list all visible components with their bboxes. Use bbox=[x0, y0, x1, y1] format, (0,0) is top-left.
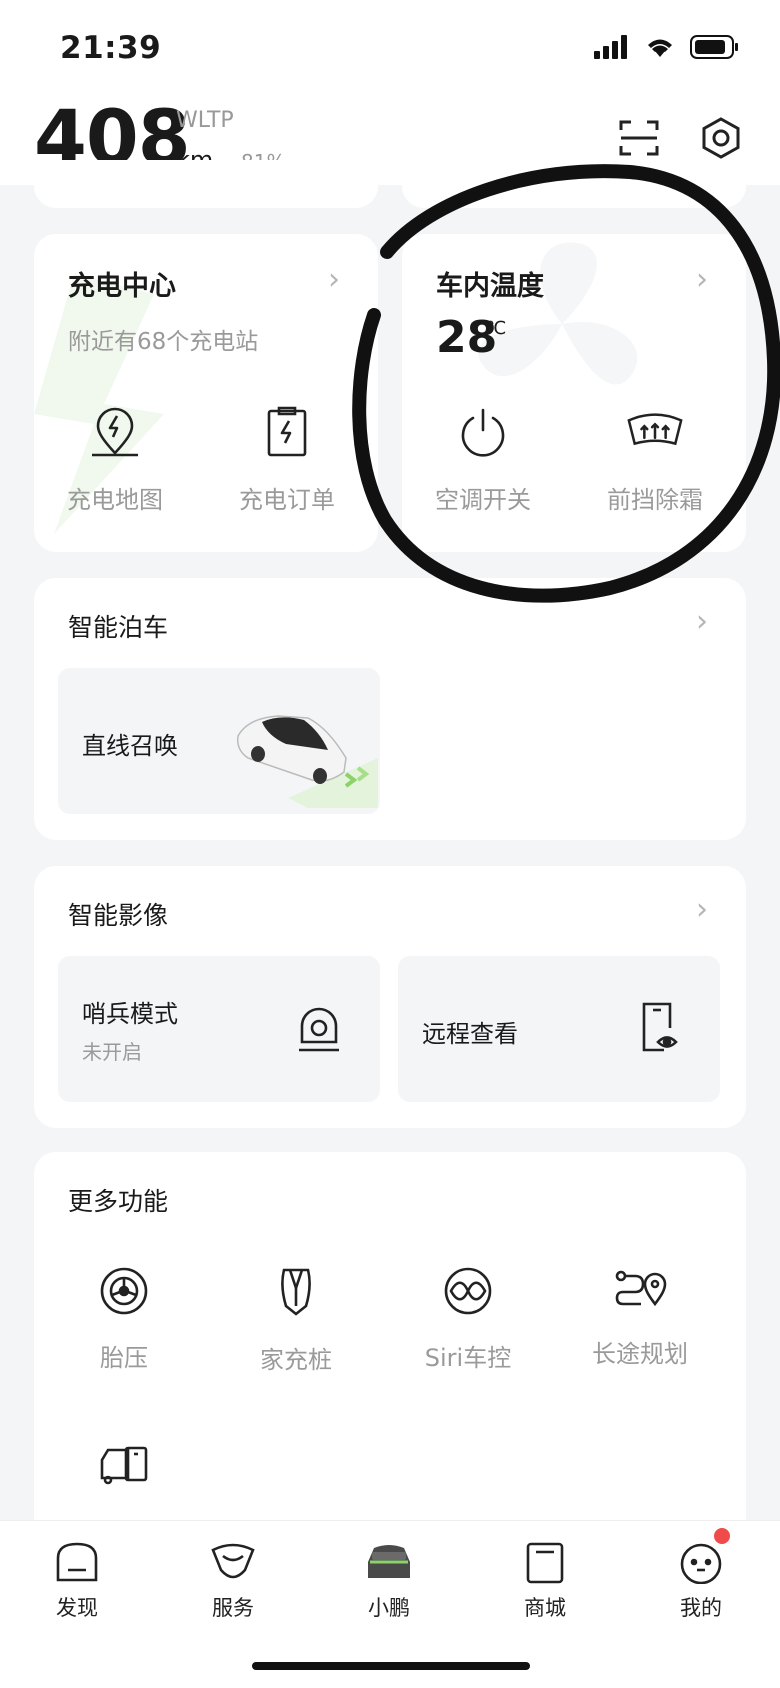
remote-view-icon bbox=[642, 1002, 678, 1052]
charging-title: 充电中心 bbox=[68, 271, 176, 302]
sentry-mode-tile[interactable]: 哨兵模式 未开启 bbox=[58, 956, 380, 1102]
ac-toggle-label: 空调开关 bbox=[435, 486, 531, 514]
smart-camera-card[interactable]: 智能影像 › 哨兵模式 未开启 远程查看 bbox=[34, 866, 746, 1128]
charging-center-card[interactable]: 充电中心 › 附近有68个充电站 充电地图 充电订单 bbox=[34, 234, 378, 552]
tab-xpeng[interactable]: 小鹏 bbox=[329, 1540, 449, 1622]
home-indicator bbox=[252, 1662, 530, 1670]
parking-title: 智能泊车 bbox=[68, 613, 169, 642]
charging-map-button[interactable]: 充电地图 bbox=[60, 402, 170, 515]
card-stub-left bbox=[34, 160, 378, 208]
route-plan-icon bbox=[615, 1270, 667, 1307]
camera-chevron-icon: › bbox=[696, 892, 708, 927]
smart-parking-card[interactable]: 智能泊车 › 直线召唤 bbox=[34, 578, 746, 840]
cabin-temperature-card[interactable]: 车内温度 › 28 ℃ 空调开关 前挡除霜 bbox=[402, 234, 746, 552]
tab-profile-label: 我的 bbox=[680, 1596, 722, 1620]
range-cycle-label: WLTP bbox=[176, 108, 234, 133]
tire-pressure-label: 胎压 bbox=[100, 1344, 148, 1372]
sentry-mode-status: 未开启 bbox=[82, 1040, 142, 1064]
ac-toggle-button[interactable]: 空调开关 bbox=[428, 402, 538, 515]
scan-button[interactable] bbox=[614, 113, 664, 163]
home-charger-icon bbox=[281, 1268, 311, 1316]
charging-map-label: 充电地图 bbox=[67, 486, 163, 514]
camera-title: 智能影像 bbox=[68, 901, 169, 930]
charging-order-icon bbox=[257, 402, 317, 462]
charging-order-button[interactable]: 充电订单 bbox=[232, 402, 342, 515]
tire-pressure-button[interactable]: 胎压 bbox=[64, 1266, 184, 1373]
tire-icon bbox=[100, 1267, 148, 1315]
siri-control-button[interactable]: Siri车控 bbox=[408, 1266, 528, 1373]
sentry-mode-label: 哨兵模式 bbox=[82, 1000, 178, 1028]
tab-store[interactable]: 商城 bbox=[485, 1540, 605, 1622]
more-functions-card: 更多功能 胎压 家充桩 Siri车控 长途规划 bbox=[34, 1152, 746, 1572]
power-icon bbox=[453, 402, 513, 462]
home-charger-button[interactable]: 家充桩 bbox=[236, 1266, 356, 1375]
windshield-defrost-icon bbox=[625, 402, 685, 462]
route-plan-label: 长途规划 bbox=[592, 1340, 688, 1368]
summon-tile[interactable]: 直线召唤 bbox=[58, 668, 380, 814]
service-icon bbox=[211, 1543, 255, 1579]
car-icon bbox=[368, 1545, 410, 1578]
cellular-signal-icon bbox=[594, 35, 627, 59]
more-title: 更多功能 bbox=[68, 1187, 169, 1216]
vehicle-card-icon bbox=[100, 1446, 148, 1485]
tab-store-label: 商城 bbox=[524, 1596, 566, 1620]
parking-chevron-icon: › bbox=[696, 604, 708, 639]
charging-order-label: 充电订单 bbox=[239, 486, 335, 514]
climate-title: 车内温度 bbox=[436, 271, 544, 302]
wifi-icon bbox=[648, 39, 672, 57]
remote-view-label: 远程查看 bbox=[422, 1020, 518, 1048]
charging-subtitle: 附近有68个充电站 bbox=[68, 329, 259, 355]
tab-discover-label: 发现 bbox=[56, 1596, 98, 1620]
settings-button[interactable] bbox=[696, 113, 746, 163]
tab-profile[interactable]: 我的 bbox=[641, 1540, 761, 1622]
status-icons bbox=[594, 34, 740, 60]
charging-chevron-icon: › bbox=[328, 262, 340, 297]
charging-map-icon bbox=[85, 402, 145, 462]
windshield-defrost-button[interactable]: 前挡除霜 bbox=[600, 402, 710, 515]
more-item-partial[interactable] bbox=[98, 1442, 150, 1490]
home-charger-label: 家充桩 bbox=[260, 1346, 332, 1374]
tab-discover[interactable]: 发现 bbox=[17, 1540, 137, 1622]
profile-icon bbox=[680, 1543, 722, 1584]
scan-icon bbox=[619, 120, 659, 156]
status-time: 21:39 bbox=[60, 30, 162, 66]
settings-icon bbox=[702, 117, 740, 159]
siri-control-label: Siri车控 bbox=[424, 1344, 512, 1372]
sentry-camera-icon bbox=[299, 1007, 339, 1052]
climate-chevron-icon: › bbox=[696, 262, 708, 297]
tab-service-label: 服务 bbox=[212, 1596, 254, 1620]
remote-view-tile[interactable]: 远程查看 bbox=[398, 956, 720, 1102]
notification-badge bbox=[714, 1528, 730, 1544]
climate-temperature-unit: ℃ bbox=[486, 318, 507, 339]
tab-service[interactable]: 服务 bbox=[173, 1540, 293, 1622]
discover-icon bbox=[56, 1542, 98, 1582]
siri-icon bbox=[444, 1267, 492, 1315]
summon-car-image bbox=[236, 715, 378, 808]
card-stub-right bbox=[402, 160, 746, 208]
windshield-defrost-label: 前挡除霜 bbox=[607, 486, 703, 514]
route-plan-button[interactable]: 长途规划 bbox=[580, 1266, 700, 1369]
summon-label: 直线召唤 bbox=[82, 732, 178, 760]
battery-icon bbox=[690, 35, 738, 59]
tab-xpeng-label: 小鹏 bbox=[368, 1596, 410, 1620]
store-icon bbox=[526, 1542, 564, 1584]
